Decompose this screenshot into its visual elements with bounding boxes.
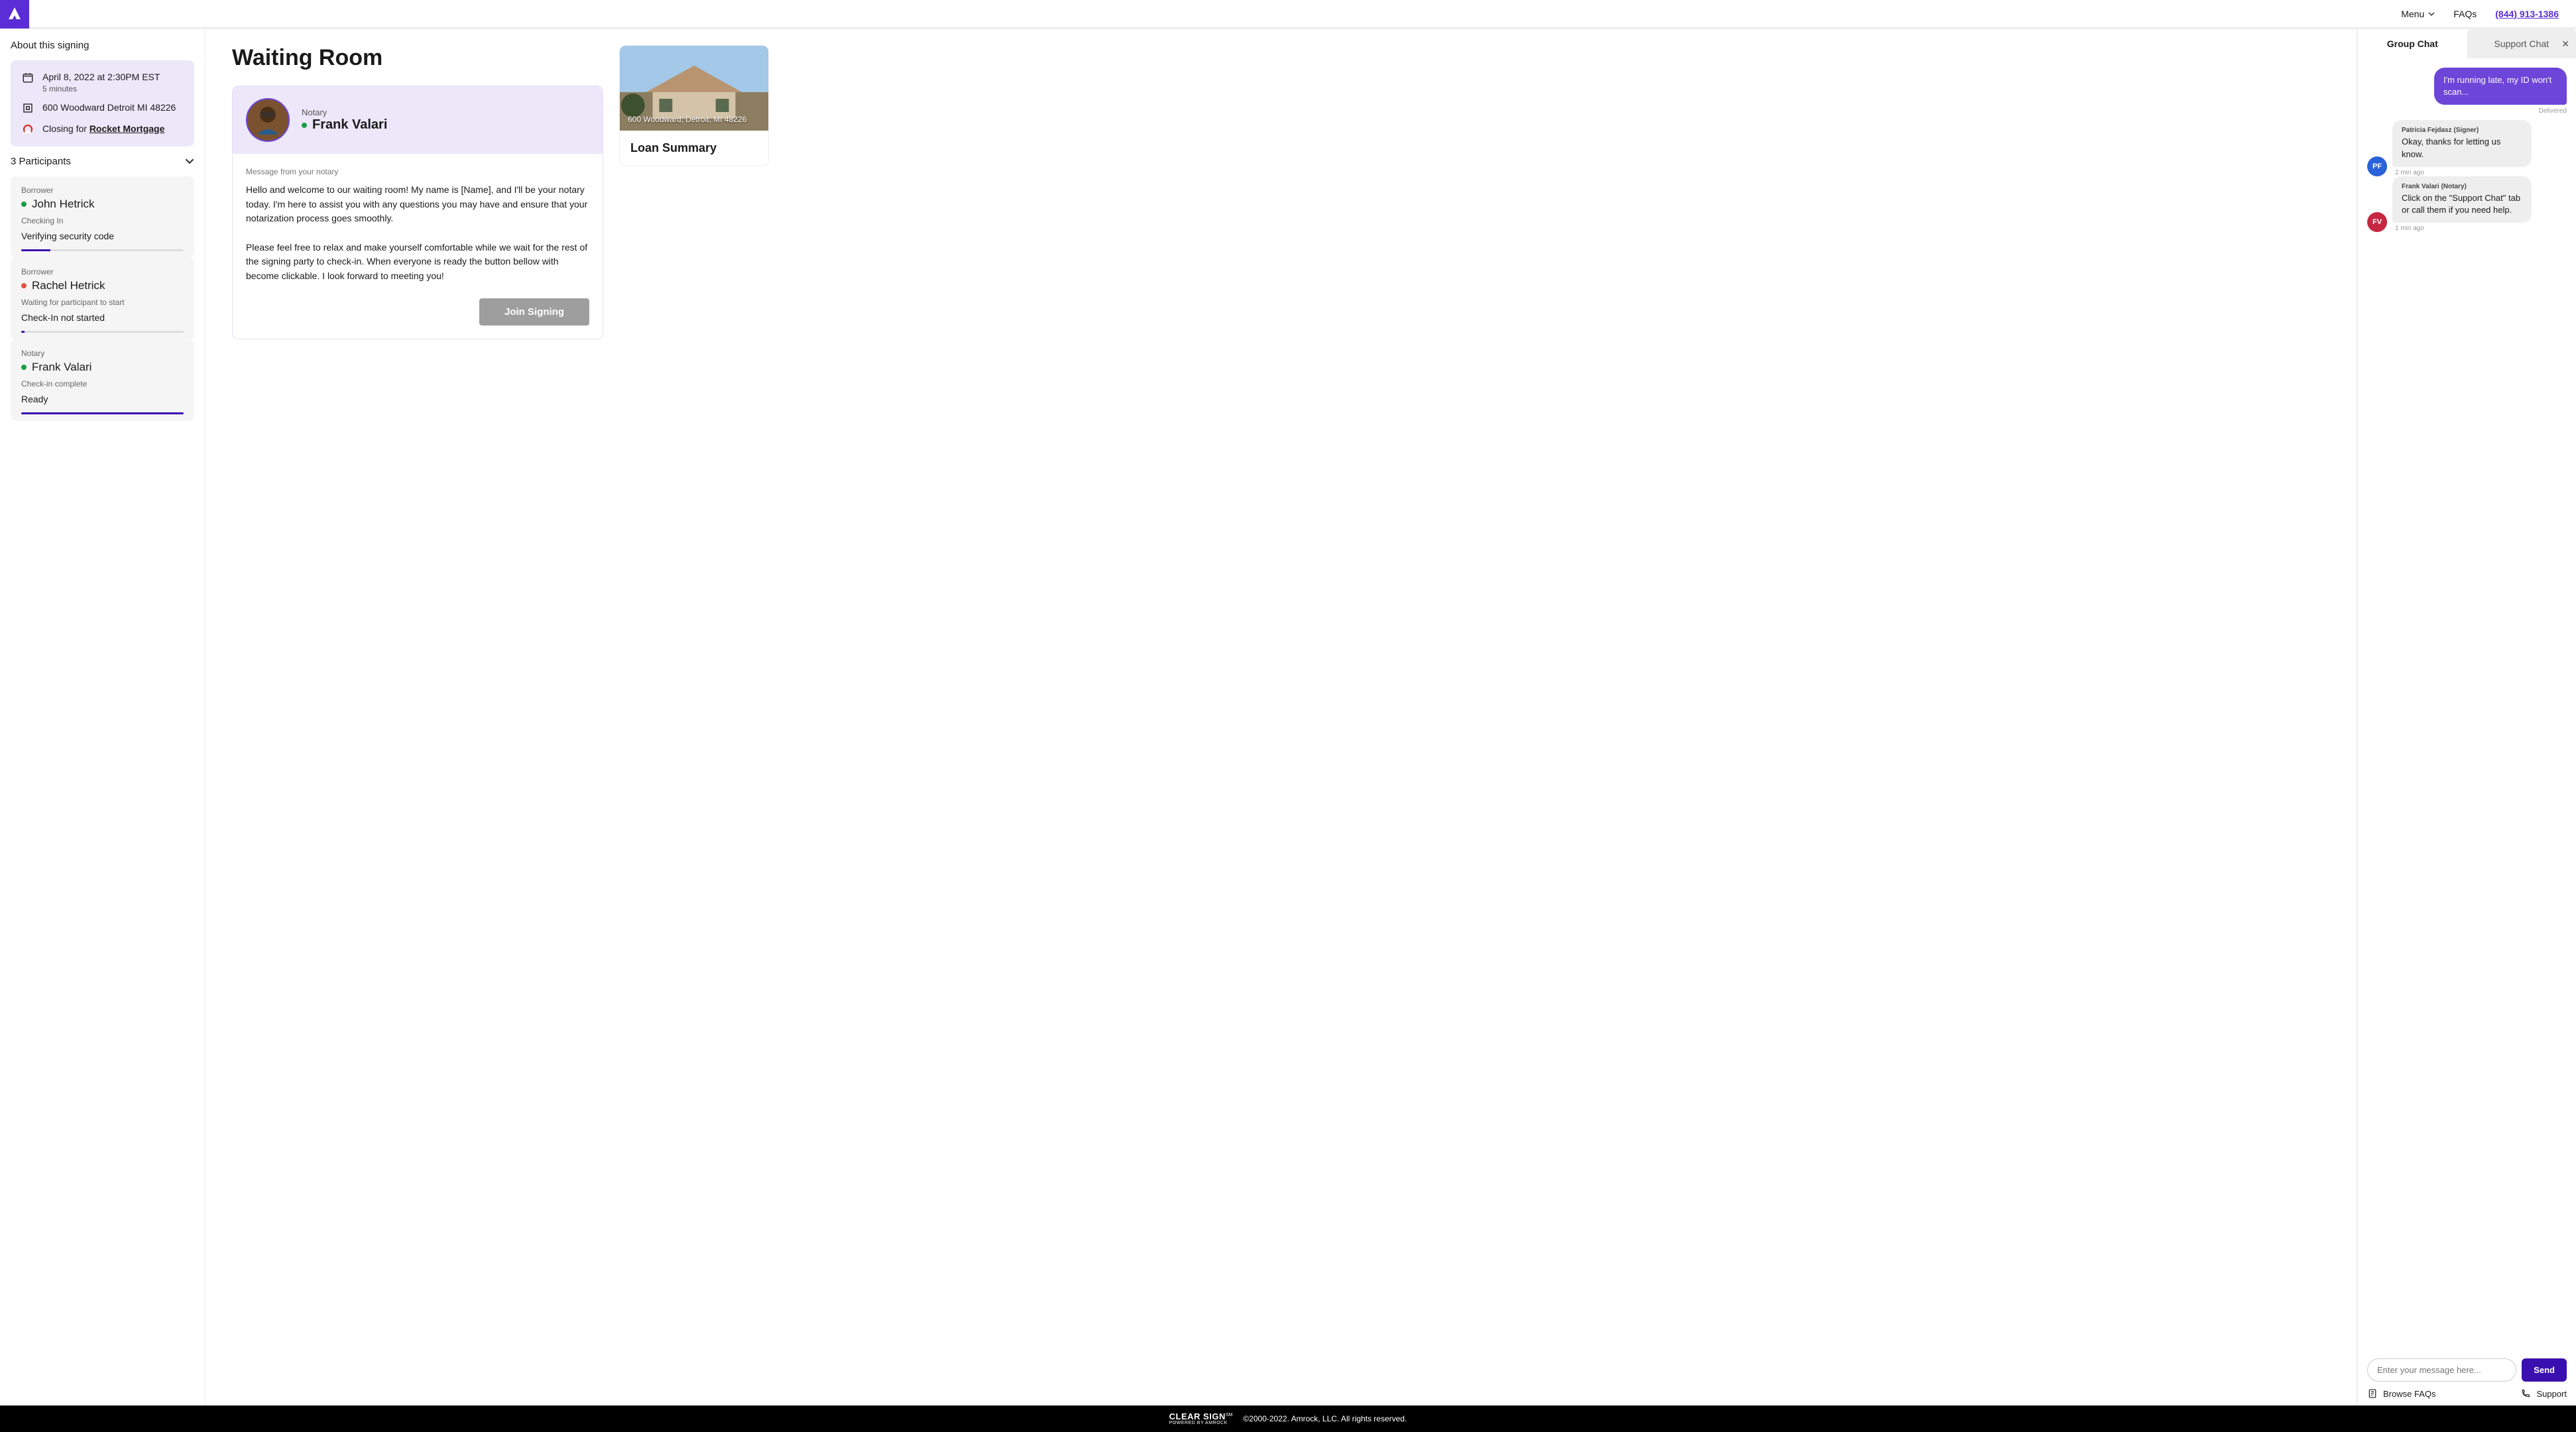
calendar-icon (21, 71, 34, 84)
lender-link[interactable]: Rocket Mortgage (89, 123, 165, 134)
status-dot (21, 283, 27, 288)
closing-for: Closing for Rocket Mortgage (42, 123, 164, 136)
message-timestamp: 2 min ago (2395, 169, 2532, 176)
notary-message: Hello and welcome to our waiting room! M… (246, 183, 589, 284)
progress-bar (21, 249, 184, 251)
browse-faqs-link[interactable]: Browse FAQs (2367, 1388, 2435, 1399)
signing-duration: 5 minutes (42, 84, 160, 93)
participant-name: Rachel Hetrick (32, 279, 105, 292)
participants-toggle[interactable]: 3 Participants (11, 156, 194, 167)
sidebar: About this signing April 8, 2022 at 2:30… (0, 29, 205, 1405)
progress-bar (21, 412, 184, 414)
participant-card: Borrower Rachel Hetrick Waiting for part… (11, 258, 194, 339)
progress-bar (21, 331, 184, 333)
support-link[interactable]: Support (2520, 1388, 2567, 1399)
participant-role: Borrower (21, 267, 184, 276)
status-dot (21, 365, 27, 370)
faqs-link[interactable]: FAQs (2453, 9, 2477, 19)
sidebar-title: About this signing (11, 40, 194, 51)
chat-message-incoming: FV Frank Valari (Notary) Click on the "S… (2367, 176, 2567, 232)
chevron-down-icon (185, 156, 194, 166)
tab-support-chat[interactable]: Support Chat ✕ (2467, 29, 2576, 58)
chat-input[interactable] (2367, 1358, 2516, 1382)
summary-title: Loan Summary (630, 141, 758, 155)
phone-link[interactable]: (844) 913-1386 (2495, 9, 2559, 19)
close-icon[interactable]: ✕ (2561, 38, 2569, 50)
notary-role: Notary (302, 107, 387, 117)
chat-messages: I'm running late, my ID won't scan... De… (2358, 58, 2576, 1350)
participant-status-label: Checking In (21, 216, 184, 225)
chat-message-incoming: PF Patricia Fejdasz (Signer) Okay, thank… (2367, 120, 2567, 176)
participant-card: Notary Frank Valari Check-in complete Re… (11, 339, 194, 421)
copyright: ©2000-2022. Amrock, LLC. All rights rese… (1243, 1414, 1407, 1423)
message-sender: Frank Valari (Notary) (2402, 183, 2522, 190)
amrock-logo-icon (7, 6, 23, 22)
loan-summary-card[interactable]: 600 Woodward, Detroit, MI 48226 Loan Sum… (619, 45, 769, 166)
signing-info-card: April 8, 2022 at 2:30PM EST 5 minutes 60… (11, 60, 194, 147)
participant-status-label: Waiting for participant to start (21, 298, 184, 307)
tab-group-chat[interactable]: Group Chat (2358, 29, 2467, 58)
status-dot (21, 202, 27, 207)
signing-address: 600 Woodward Detroit MI 48226 (42, 101, 176, 115)
message-sender: Patricia Fejdasz (Signer) (2402, 127, 2522, 134)
send-button[interactable]: Send (2522, 1358, 2567, 1382)
participant-name: John Hetrick (32, 198, 94, 211)
chat-panel: Group Chat Support Chat ✕ I'm running la… (2357, 29, 2576, 1405)
notary-avatar (246, 98, 290, 142)
delivery-status: Delivered (2434, 107, 2567, 115)
status-dot (302, 123, 307, 128)
menu-label: Menu (2401, 9, 2424, 19)
notary-card: Notary Frank Valari Message from your no… (232, 86, 603, 339)
participant-status-label: Check-in complete (21, 379, 184, 388)
lender-icon (21, 123, 34, 136)
message-timestamp: 1 min ago (2395, 225, 2532, 232)
footer-brand: CLEAR SIGNSM POWERED BY AMROCK (1169, 1412, 1233, 1425)
avatar: FV (2367, 212, 2387, 232)
building-icon (21, 101, 34, 115)
notary-name: Frank Valari (312, 117, 387, 133)
avatar: PF (2367, 156, 2387, 176)
participant-status-text: Verifying security code (21, 231, 184, 241)
chat-message-outgoing: I'm running late, my ID won't scan... De… (2434, 68, 2567, 115)
message-text: Okay, thanks for letting us know. (2402, 136, 2522, 160)
chevron-down-icon (2428, 11, 2435, 17)
property-image: 600 Woodward, Detroit, MI 48226 (620, 46, 768, 131)
participant-role: Notary (21, 349, 184, 358)
document-icon (2367, 1388, 2378, 1399)
menu-dropdown[interactable]: Menu (2401, 9, 2435, 19)
message-text: I'm running late, my ID won't scan... (2434, 68, 2567, 105)
participants-count: 3 Participants (11, 156, 71, 167)
participant-role: Borrower (21, 186, 184, 195)
phone-icon (2520, 1388, 2531, 1399)
join-signing-button[interactable]: Join Signing (479, 298, 589, 326)
footer: CLEAR SIGNSM POWERED BY AMROCK ©2000-202… (0, 1405, 2576, 1432)
brand-logo[interactable] (0, 0, 29, 29)
participant-name: Frank Valari (32, 361, 91, 374)
page-title: Waiting Room (232, 45, 603, 71)
message-text: Click on the "Support Chat" tab or call … (2402, 192, 2522, 216)
message-label: Message from your notary (246, 167, 589, 176)
participant-status-text: Check-In not started (21, 312, 184, 323)
signing-datetime: April 8, 2022 at 2:30PM EST (42, 71, 160, 84)
property-address: 600 Woodward, Detroit, MI 48226 (620, 108, 754, 131)
participant-status-text: Ready (21, 394, 184, 404)
main-content: Waiting Room Notary Frank Valari (205, 29, 2357, 1405)
participant-card: Borrower John Hetrick Checking In Verify… (11, 176, 194, 258)
top-bar: Menu FAQs (844) 913-1386 (0, 0, 2576, 29)
